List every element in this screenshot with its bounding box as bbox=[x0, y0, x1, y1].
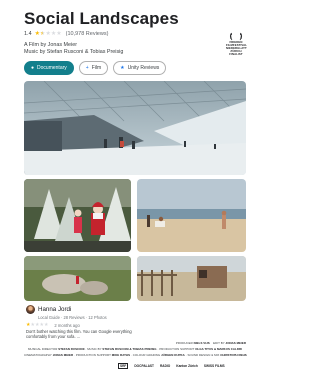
ski-hall-image bbox=[24, 81, 246, 175]
chip-label: Documentary bbox=[37, 65, 67, 71]
reviewer-meta: Local Guide · 28 Reviews · 12 Photos bbox=[38, 315, 107, 320]
billing-person: STEFAN RUSCONI & TOBIAS PREISIG bbox=[102, 346, 157, 351]
star-icon: ★ bbox=[120, 65, 125, 71]
billing-person: NIELS VIJS bbox=[193, 341, 210, 345]
reviewer-name[interactable]: Hanna Jordi bbox=[38, 306, 71, 313]
rating-stars: ★ ★ ★ ★ ★ bbox=[35, 31, 62, 37]
billing-role: MUSIC BY bbox=[87, 346, 102, 351]
billing-block: PRODUCER NIELS VIJS EDIT BY JONAS MEIER … bbox=[24, 341, 247, 357]
billing-role: PRODUCTION SUPPORT bbox=[159, 346, 195, 351]
santa-image bbox=[24, 179, 131, 252]
chip-unity-reviews[interactable]: ★ Unity Reviews bbox=[113, 61, 167, 75]
photo-beach[interactable] bbox=[137, 179, 246, 252]
billing-person: MIKE RATHS bbox=[111, 352, 131, 357]
star-empty-icon: ★ bbox=[43, 322, 49, 328]
director-credit: A Film by Jonas Meier bbox=[24, 42, 78, 48]
rating-value: 1.4 bbox=[24, 31, 32, 37]
star-empty-icon: ★ bbox=[56, 31, 62, 37]
photo-rocks[interactable] bbox=[24, 256, 131, 301]
logo-docpalast: DOCPALAST bbox=[134, 364, 154, 368]
chip-film[interactable]: + Film bbox=[78, 61, 109, 75]
rating-count[interactable]: (10,978 Reviews) bbox=[66, 31, 109, 37]
chip-label: Unity Reviews bbox=[127, 65, 160, 71]
logo-kanton-zurich: Kanton Zürich bbox=[176, 364, 198, 368]
logo-radio: RADIO bbox=[159, 364, 171, 368]
billing-role: MUSICAL DIRECTOR bbox=[27, 346, 58, 351]
rating-row: 1.4 ★ ★ ★ ★ ★ (10,978 Reviews) bbox=[24, 31, 108, 37]
movie-title: Social Landscapes bbox=[24, 9, 179, 28]
review-card: Hanna Jordi Local Guide · 28 Reviews · 1… bbox=[22, 302, 180, 343]
review-time: 2 months ago bbox=[54, 323, 80, 328]
sponsor-logos: SRF DOCPALAST RADIO Kanton Zürich SWISS … bbox=[118, 363, 225, 369]
logo-srf: SRF bbox=[118, 363, 129, 369]
review-text: Don't bother watching this film. You can… bbox=[26, 329, 132, 340]
billing-person: STEFAN RUSCONI bbox=[58, 346, 85, 351]
billing-role: PRODUCER bbox=[175, 341, 193, 345]
chip-documentary[interactable]: ● Documentary bbox=[24, 61, 74, 75]
chip-label: Film bbox=[91, 65, 102, 71]
photo-fence[interactable] bbox=[137, 256, 246, 301]
billing-person: JONAS MEIER bbox=[225, 341, 246, 345]
billing-role: COLOUR GRADING bbox=[132, 352, 161, 357]
plus-icon: + bbox=[85, 65, 89, 71]
billing-role: EDIT BY bbox=[213, 341, 225, 345]
laurel-line: FINALIST bbox=[229, 52, 243, 57]
beach-image bbox=[137, 179, 246, 252]
fence-image bbox=[137, 256, 246, 301]
billing-role: SOUND DESIGN & MIX bbox=[187, 352, 220, 357]
billing-person: CHRISTOPH REHS bbox=[220, 352, 247, 357]
festival-laurel: FRIEDEN FILMFESTIVAL NIEDERGLATT ZÜRICH … bbox=[226, 32, 247, 57]
billing-role: PRODUCTION SUPPORT bbox=[75, 352, 111, 357]
category-chips: ● Documentary + Film ★ Unity Reviews bbox=[24, 61, 167, 75]
photo-santa[interactable] bbox=[24, 179, 131, 252]
logo-swiss-films: SWISS FILMS bbox=[203, 364, 225, 368]
billing-person: JONAS MEIER bbox=[52, 352, 74, 357]
billing-role: CINEMATOGRAPHY bbox=[24, 352, 52, 357]
billing-person: OLGA TITUS & MARKUS CALDRI bbox=[195, 346, 243, 351]
avatar[interactable] bbox=[26, 305, 35, 314]
rocks-image bbox=[24, 256, 131, 301]
location-pin-icon: ● bbox=[31, 65, 35, 71]
billing-person: JÜRGEN KUPKA bbox=[161, 352, 185, 357]
photo-ski-hall[interactable] bbox=[24, 81, 246, 175]
music-credit: Music by Stefan Rusconi & Tobias Preisig bbox=[24, 49, 124, 55]
